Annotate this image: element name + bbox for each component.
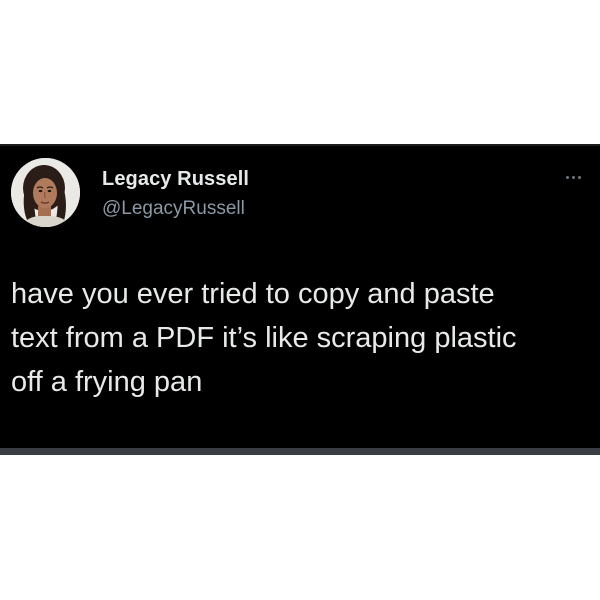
user-handle[interactable]: @LegacyRussell [102, 198, 245, 220]
card-bottom-divider [0, 448, 600, 455]
more-horizontal-icon-dot [577, 175, 581, 179]
page: Legacy Russell @LegacyRussell have you e… [0, 0, 600, 600]
avatar-portrait-icon [11, 158, 80, 227]
tweet-text: have you ever tried to copy and paste te… [11, 278, 517, 398]
more-horizontal-icon-dot [571, 175, 575, 179]
more-options-button[interactable] [560, 170, 586, 184]
more-horizontal-icon [565, 175, 569, 179]
avatar[interactable] [11, 158, 80, 227]
tweet-card: Legacy Russell @LegacyRussell have you e… [0, 144, 600, 450]
display-name[interactable]: Legacy Russell [102, 168, 249, 191]
